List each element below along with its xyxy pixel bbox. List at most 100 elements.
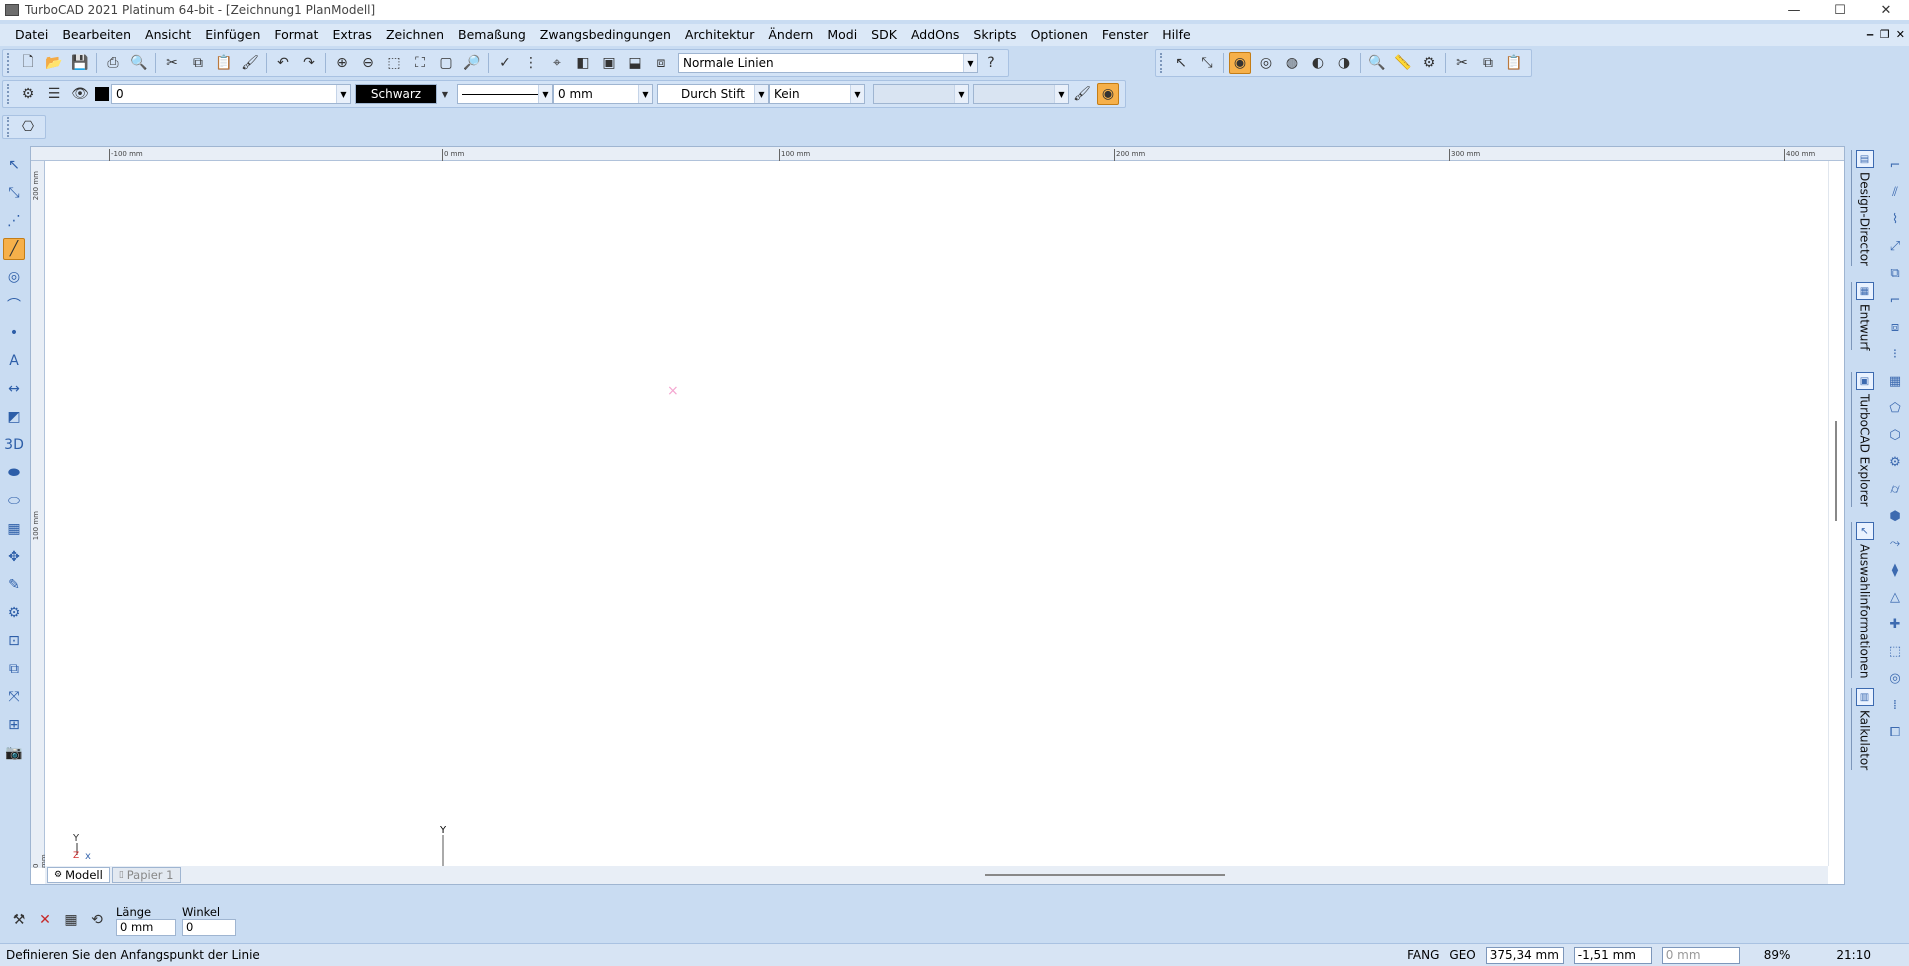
new-file-icon[interactable]: 🗋: [17, 52, 39, 74]
select-pointer-icon[interactable]: ↖: [1170, 52, 1192, 74]
move-tool-icon[interactable]: ✥: [3, 546, 25, 568]
dropdown-arrow-icon[interactable]: ▼: [336, 85, 350, 103]
y-coordinate[interactable]: -1,51 mm: [1573, 946, 1652, 964]
column-tool-icon[interactable]: ⁝: [1884, 343, 1906, 365]
edit-tool-icon[interactable]: ⤡: [3, 182, 25, 204]
angle-input[interactable]: 0: [182, 918, 236, 936]
save-icon[interactable]: 💾: [69, 52, 91, 74]
print-icon[interactable]: ⎙: [102, 52, 124, 74]
menu-aendern[interactable]: Ändern: [761, 24, 820, 46]
line-type-combo[interactable]: ▼: [457, 84, 553, 104]
snap-icon[interactable]: ⌖: [546, 52, 568, 74]
extrude-tool-icon[interactable]: ⬡: [1884, 424, 1906, 446]
menu-fenster[interactable]: Fenster: [1095, 24, 1155, 46]
stair-tool-icon[interactable]: ⌇: [1884, 208, 1906, 230]
dropdown-arrow-icon[interactable]: ▼: [963, 54, 977, 72]
3d-tool-icon[interactable]: 3D: [3, 434, 25, 456]
color-swatch-icon[interactable]: [95, 83, 109, 105]
text-tool-icon[interactable]: A: [3, 350, 25, 372]
palette-turbocad-explorer[interactable]: ▣ TurboCAD Explorer: [1851, 372, 1877, 507]
mdi-restore-icon[interactable]: ❐: [1880, 28, 1890, 41]
opening-tool-icon[interactable]: ⧈: [1884, 316, 1906, 338]
shape-edit-icon[interactable]: ⬠: [1884, 397, 1906, 419]
menu-bearbeiten[interactable]: Bearbeiten: [55, 24, 138, 46]
slab-tool-icon[interactable]: ⫽: [1884, 181, 1906, 203]
curve-tool-icon[interactable]: ⌒: [3, 294, 25, 316]
close-button[interactable]: ✕: [1863, 0, 1909, 20]
transparency-combo[interactable]: ▼: [973, 84, 1069, 104]
view-icon[interactable]: ⧈: [650, 52, 672, 74]
frame-tool-icon[interactable]: ⧠: [1884, 721, 1906, 743]
length-input[interactable]: 0 mm: [116, 918, 176, 936]
menu-format[interactable]: Format: [267, 24, 325, 46]
menu-zwangsbedingungen[interactable]: Zwangsbedingungen: [533, 24, 678, 46]
align-tool-icon[interactable]: ⧉: [3, 658, 25, 680]
toolbar-grip[interactable]: [7, 84, 11, 104]
shape-tool-icon[interactable]: ◩: [3, 406, 25, 428]
dropdown-arrow-icon[interactable]: ▼: [538, 85, 552, 103]
menu-extras[interactable]: Extras: [325, 24, 379, 46]
snap-status[interactable]: FANG: [1407, 948, 1439, 962]
select-tool-icon[interactable]: ↖: [3, 154, 25, 176]
hatch-tool-icon[interactable]: ▦: [3, 518, 25, 540]
dropdown-arrow-icon[interactable]: ▼: [1054, 85, 1068, 103]
dropdown-arrow-icon[interactable]: ▼: [638, 85, 652, 103]
line-style-combo[interactable]: Normale Linien ▼: [678, 53, 978, 73]
menu-zeichnen[interactable]: Zeichnen: [379, 24, 451, 46]
line-width-combo[interactable]: 0 mm ▼: [553, 84, 653, 104]
render-mode-3-icon[interactable]: ◍: [1281, 52, 1303, 74]
eye-icon[interactable]: 👁: [69, 83, 91, 105]
add-tool-icon[interactable]: ✚: [1884, 613, 1906, 635]
print-preview-icon[interactable]: 🔍: [128, 52, 150, 74]
zoom-in-icon[interactable]: ⊕: [331, 52, 353, 74]
x-coordinate[interactable]: 375,34 mm: [1485, 946, 1564, 964]
mdi-minimize-icon[interactable]: ‒: [1866, 28, 1874, 41]
paste-icon[interactable]: 📋: [1503, 52, 1525, 74]
match-properties-icon[interactable]: 🖌: [1071, 83, 1093, 105]
zoom-previous-icon[interactable]: 🔎: [461, 52, 483, 74]
toolbar-grip[interactable]: [7, 117, 11, 137]
insert-tool-icon[interactable]: ⊞: [3, 714, 25, 736]
cut-icon[interactable]: ✂: [161, 52, 183, 74]
solid-tool-icon[interactable]: ⬬: [3, 462, 25, 484]
render-mode-2-icon[interactable]: ◎: [1255, 52, 1277, 74]
palette-kalkulator[interactable]: ▥ Kalkulator: [1851, 688, 1877, 771]
cone-tool-icon[interactable]: △: [1884, 586, 1906, 608]
inspect-icon[interactable]: 🔍: [1366, 52, 1388, 74]
undo-segment-icon[interactable]: ⟲: [86, 909, 108, 931]
point-icon[interactable]: •: [3, 322, 25, 344]
table-tool-icon[interactable]: ▦: [1884, 370, 1906, 392]
layer-combo[interactable]: 0 ▼: [111, 84, 351, 104]
color-combo[interactable]: Schwarz: [355, 84, 437, 104]
zoom-page-icon[interactable]: ▢: [435, 52, 457, 74]
format-painter-icon[interactable]: 🖌: [239, 52, 261, 74]
pen-combo[interactable]: Durch Stift ▼: [657, 84, 769, 104]
cube-tool-icon[interactable]: ⬚: [1884, 640, 1906, 662]
dropdown-arrow-icon[interactable]: ▼: [954, 85, 968, 103]
menu-datei[interactable]: Datei: [8, 24, 55, 46]
menu-skripts[interactable]: Skripts: [966, 24, 1023, 46]
layer-manager-icon[interactable]: ☰: [43, 83, 65, 105]
zoom-out-icon[interactable]: ⊖: [357, 52, 379, 74]
palette-entwurf[interactable]: ▦ Entwurf: [1851, 282, 1877, 351]
box-tool-icon[interactable]: ⬢: [1884, 505, 1906, 527]
toolbar-grip[interactable]: [7, 53, 11, 73]
paste-icon[interactable]: 📋: [213, 52, 235, 74]
geo-status[interactable]: GEO: [1449, 948, 1475, 962]
horizontal-scrollbar[interactable]: [985, 874, 1225, 876]
palette-auswahlinformationen[interactable]: ↖ Auswahlinformationen: [1851, 522, 1877, 679]
wall-tool-icon[interactable]: ⌐: [1884, 154, 1906, 176]
open-file-icon[interactable]: 📂: [43, 52, 65, 74]
spell-check-icon[interactable]: ✓: [494, 52, 516, 74]
tab-papier-1[interactable]: ▯ Papier 1: [111, 867, 181, 883]
door-tool-icon[interactable]: ⌐: [1884, 289, 1906, 311]
array-tool-icon[interactable]: ⁞: [1884, 694, 1906, 716]
render-mode-1-icon[interactable]: ◉: [1229, 52, 1251, 74]
zoom-window-icon[interactable]: ⬚: [383, 52, 405, 74]
menu-bemassung[interactable]: Bemaßung: [451, 24, 533, 46]
gear-icon[interactable]: ⚙: [17, 83, 39, 105]
line-options-icon[interactable]: ⚒: [8, 909, 30, 931]
loft-tool-icon[interactable]: ⧫: [1884, 559, 1906, 581]
z-coordinate[interactable]: 0 mm: [1661, 946, 1740, 964]
mdi-close-icon[interactable]: ✕: [1896, 28, 1905, 41]
